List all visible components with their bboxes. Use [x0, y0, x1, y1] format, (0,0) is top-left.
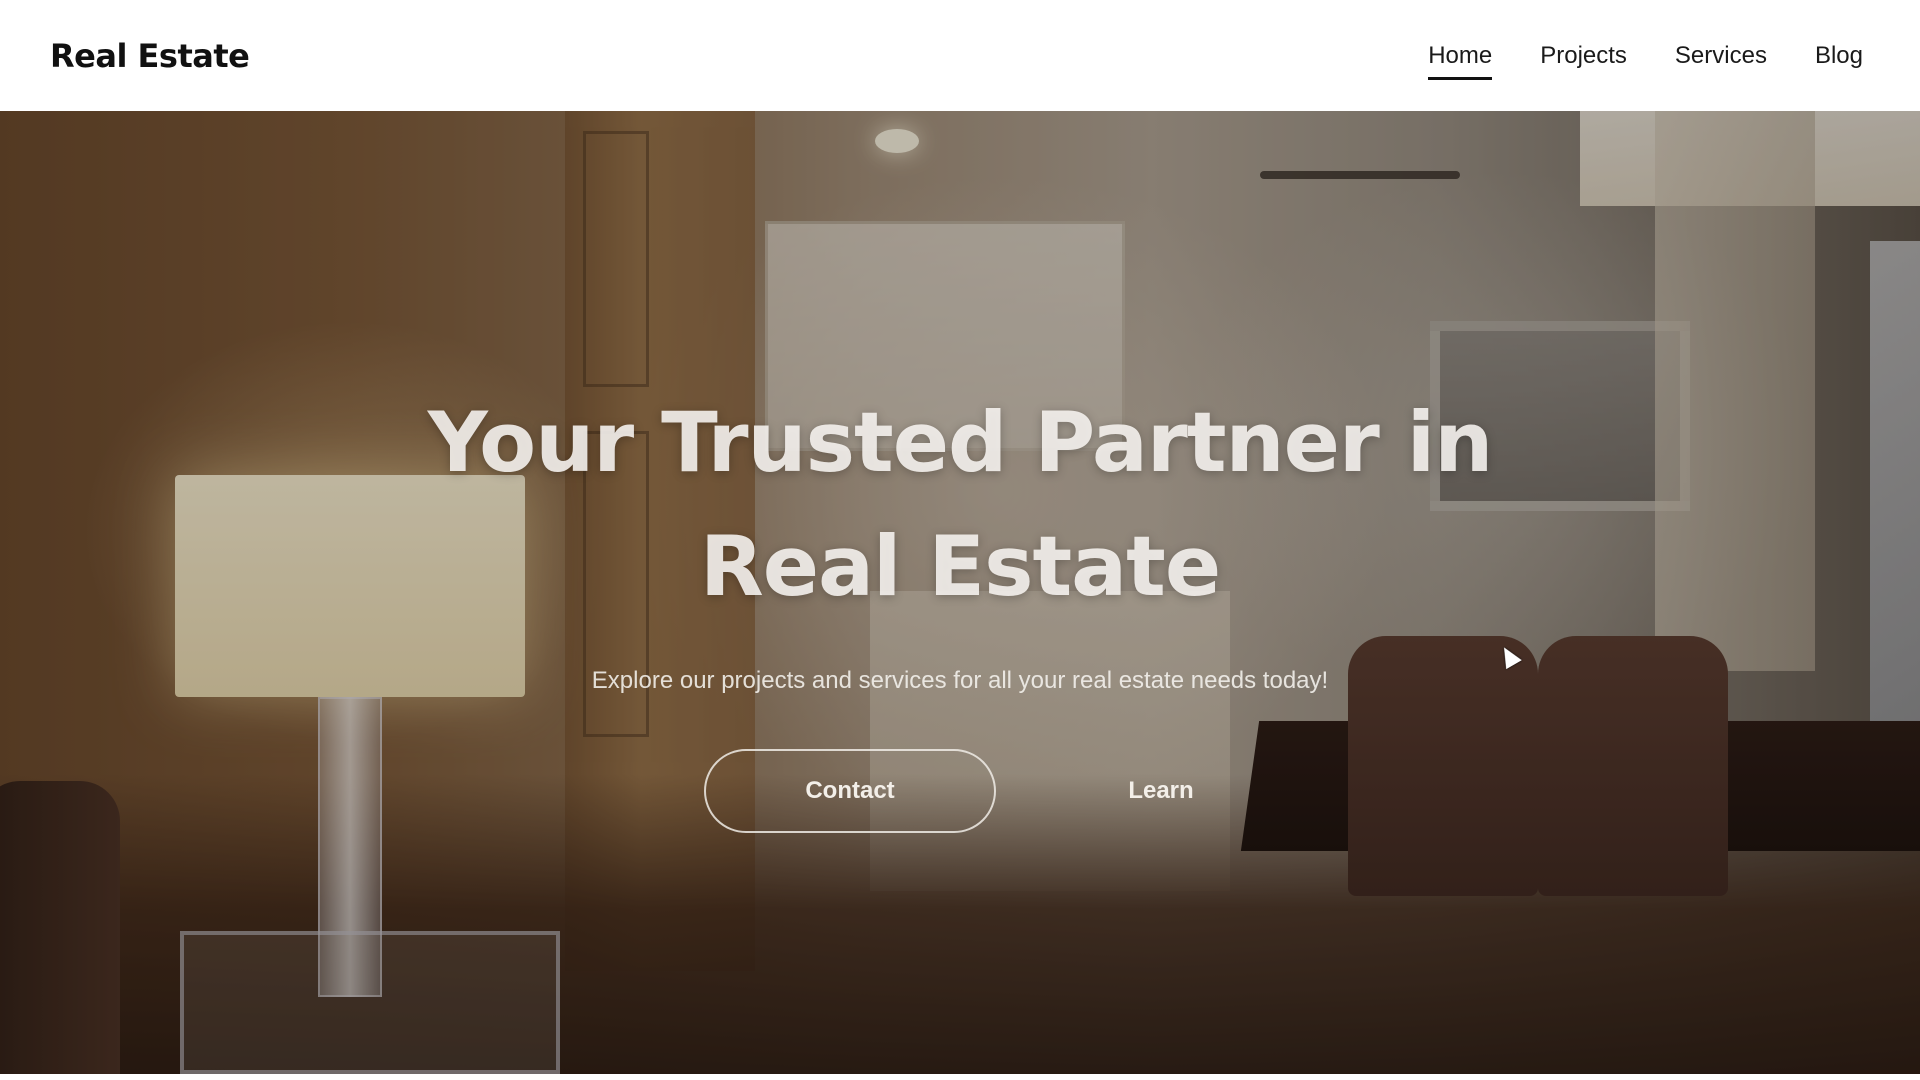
nav-item-projects[interactable]: Projects: [1540, 36, 1627, 76]
hero-title: Your Trusted Partner in Real Estate: [427, 394, 1494, 615]
main-nav: Home Projects Services Blog: [1380, 0, 1870, 111]
hero-subtitle: Explore our projects and services for al…: [591, 667, 1329, 694]
learn-button[interactable]: Learn: [1106, 749, 1216, 833]
hero-content: Your Trusted Partner in Real Estate Expl…: [0, 111, 1920, 1074]
hero-section: Your Trusted Partner in Real Estate Expl…: [0, 111, 1920, 1074]
nav-item-blog[interactable]: Blog: [1815, 36, 1863, 76]
site-logo[interactable]: Real Estate: [50, 37, 250, 75]
hero-buttons: Contact Learn: [704, 749, 1216, 833]
nav-item-services[interactable]: Services: [1675, 36, 1767, 76]
site-header: Real Estate Home Projects Services Blog: [0, 0, 1920, 111]
contact-button[interactable]: Contact: [704, 749, 996, 833]
nav-item-home[interactable]: Home: [1428, 36, 1493, 80]
